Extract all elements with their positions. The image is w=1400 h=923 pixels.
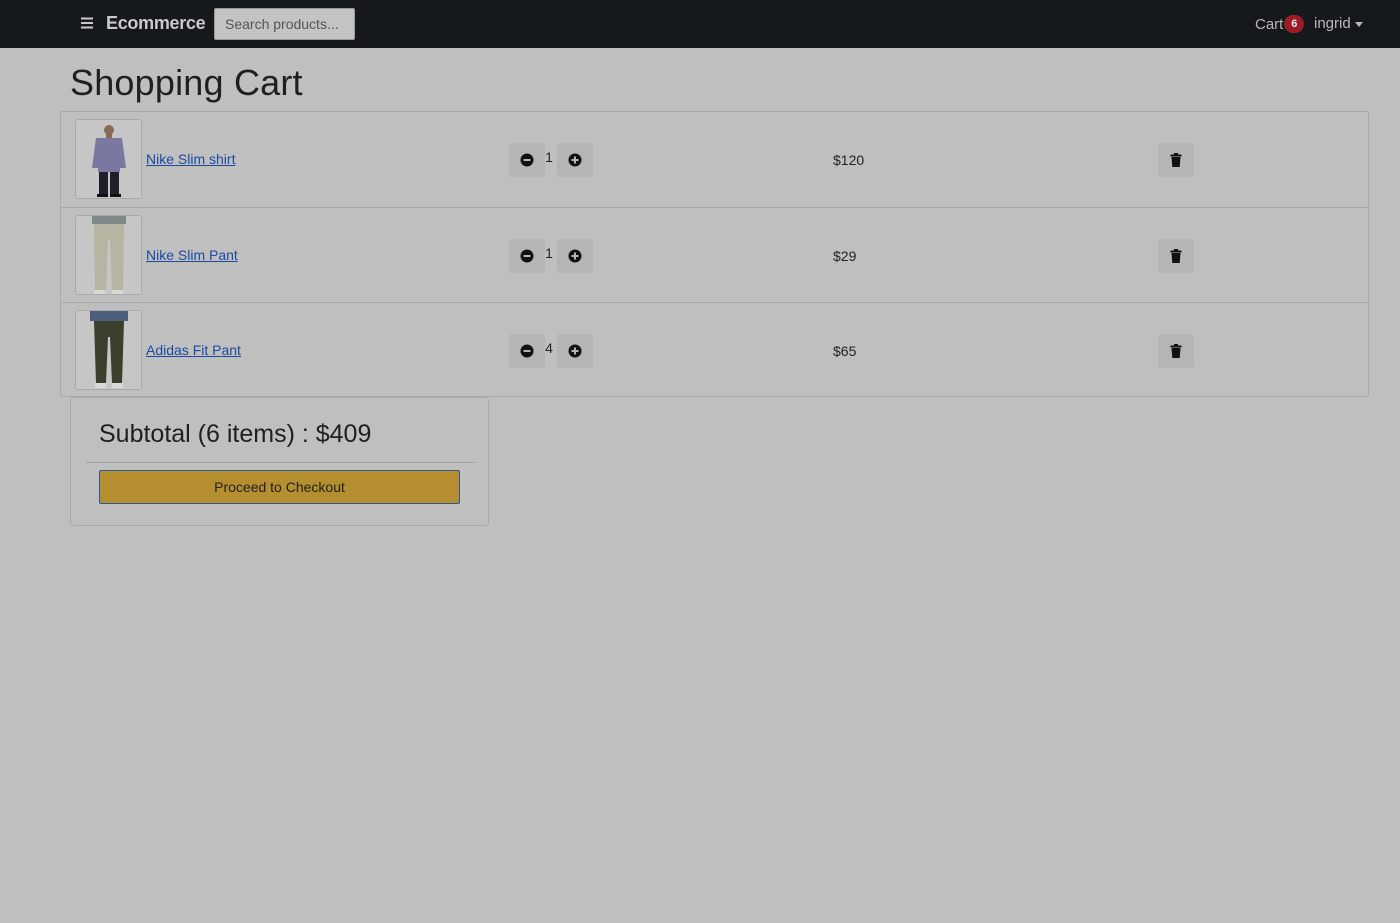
proceed-to-checkout-button[interactable]: Proceed to Checkout <box>99 470 460 504</box>
trash-icon <box>1170 249 1182 263</box>
plus-circle-icon <box>568 344 582 358</box>
product-name-link[interactable]: Adidas Fit Pant <box>146 342 241 358</box>
trash-icon <box>1170 344 1182 358</box>
decrease-quantity-button[interactable] <box>509 334 545 368</box>
product-image <box>75 215 142 295</box>
subtotal-text: Subtotal (6 items) : $409 <box>99 420 372 448</box>
increase-quantity-button[interactable] <box>557 239 593 273</box>
cart-item-row: Nike Slim shirt 1 $120 <box>61 112 1368 207</box>
cart-count-badge: 6 <box>1284 15 1305 33</box>
item-price: $65 <box>833 343 857 359</box>
minus-circle-icon <box>520 344 534 358</box>
item-price: $120 <box>833 152 865 168</box>
top-navbar: Ecommerce Cart 6 ingrid <box>0 0 1400 48</box>
product-image <box>75 310 142 390</box>
plus-circle-icon <box>568 249 582 263</box>
cart-label: Cart <box>1255 15 1284 33</box>
increase-quantity-button[interactable] <box>557 143 593 177</box>
shirt-product-image <box>76 120 141 198</box>
delete-item-button[interactable] <box>1158 239 1194 273</box>
search-input[interactable] <box>214 8 355 40</box>
quantity-value: 1 <box>545 245 553 261</box>
delete-item-button[interactable] <box>1158 143 1194 177</box>
user-name: ingrid <box>1314 15 1351 32</box>
trash-icon <box>1170 153 1182 167</box>
product-image <box>75 119 142 199</box>
user-menu-dropdown[interactable]: ingrid <box>1314 15 1363 32</box>
pant-product-image <box>76 216 141 294</box>
plus-circle-icon <box>568 153 582 167</box>
minus-circle-icon <box>520 153 534 167</box>
increase-quantity-button[interactable] <box>557 334 593 368</box>
brand-logo[interactable]: Ecommerce <box>106 13 206 34</box>
summary-divider <box>86 462 475 463</box>
cart-item-row: Adidas Fit Pant 4 $65 <box>61 302 1368 397</box>
decrease-quantity-button[interactable] <box>509 143 545 177</box>
cart-item-row: Nike Slim Pant 1 $29 <box>61 207 1368 302</box>
minus-circle-icon <box>520 249 534 263</box>
order-summary-card: Subtotal (6 items) : $409 Proceed to Che… <box>70 397 489 526</box>
product-name-link[interactable]: Nike Slim shirt <box>146 151 235 167</box>
product-name-link[interactable]: Nike Slim Pant <box>146 247 238 263</box>
caret-down-icon <box>1354 21 1363 27</box>
quantity-value: 1 <box>545 149 553 165</box>
hamburger-icon[interactable] <box>80 16 94 30</box>
page-title: Shopping Cart <box>70 62 303 103</box>
cart-item-list: Nike Slim shirt 1 $120 Nike Slim Pant 1 … <box>60 111 1369 397</box>
quantity-value: 4 <box>545 340 553 356</box>
delete-item-button[interactable] <box>1158 334 1194 368</box>
item-price: $29 <box>833 248 857 264</box>
decrease-quantity-button[interactable] <box>509 239 545 273</box>
cart-link[interactable]: Cart 6 <box>1255 15 1305 33</box>
pant-product-image <box>76 311 141 389</box>
